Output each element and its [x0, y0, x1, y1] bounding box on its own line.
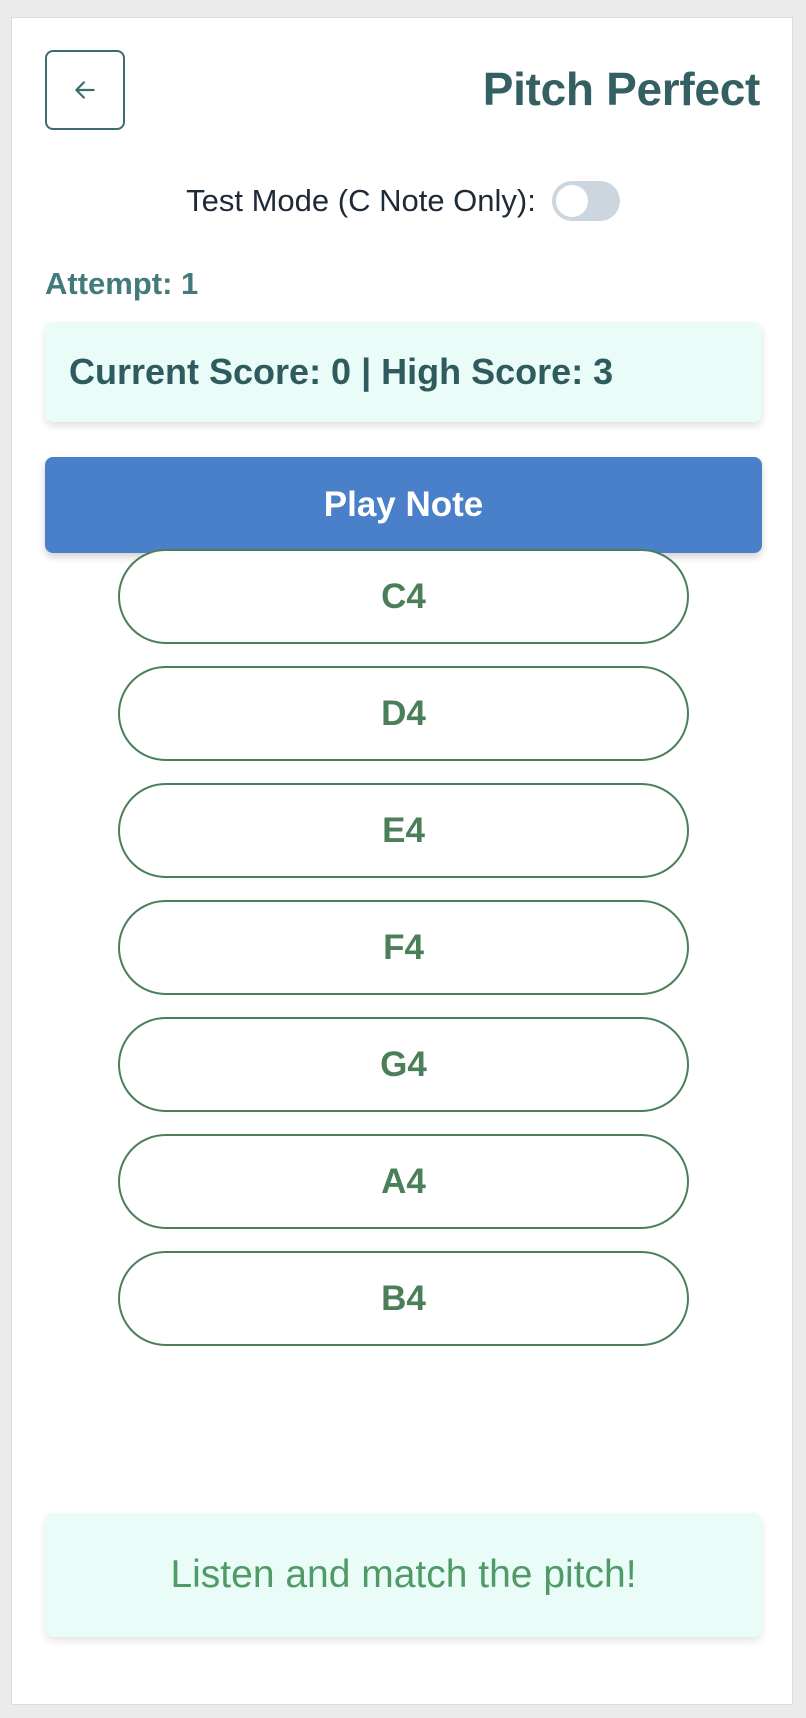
note-button-c4[interactable]: C4	[118, 549, 689, 644]
feedback-text: Listen and match the pitch!	[170, 1553, 637, 1596]
test-mode-label: Test Mode (C Note Only):	[186, 183, 536, 218]
feedback-panel: Listen and match the pitch!	[45, 1513, 762, 1637]
note-button-e4[interactable]: E4	[118, 783, 689, 878]
note-button-a4[interactable]: A4	[118, 1134, 689, 1229]
score-panel: Current Score: 0 | High Score: 3	[45, 322, 762, 422]
app-card: Pitch Perfect Test Mode (C Note Only): A…	[11, 17, 793, 1705]
attempt-counter: Attempt: 1	[45, 266, 199, 301]
arrow-left-icon	[75, 81, 95, 99]
note-button-d4[interactable]: D4	[118, 666, 689, 761]
page-title: Pitch Perfect	[482, 63, 761, 115]
play-note-button[interactable]: Play Note	[45, 457, 762, 553]
test-mode-row: Test Mode (C Note Only):	[12, 181, 794, 221]
note-button-f4[interactable]: F4	[118, 900, 689, 995]
note-button-g4[interactable]: G4	[118, 1017, 689, 1112]
note-button-b4[interactable]: B4	[118, 1251, 689, 1346]
test-mode-toggle[interactable]	[551, 181, 620, 221]
toggle-knob	[555, 185, 588, 217]
score-text: Current Score: 0 | High Score: 3	[69, 351, 614, 392]
back-button[interactable]	[45, 50, 125, 130]
